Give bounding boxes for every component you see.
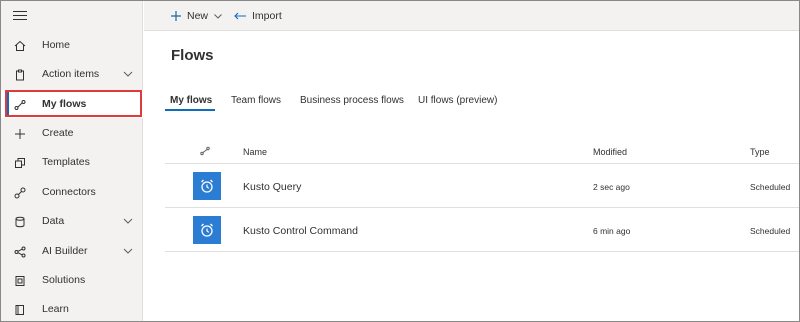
tab-label: UI flows (preview) <box>418 95 498 106</box>
sidebar-item-templates[interactable]: Templates <box>1 148 143 176</box>
plus-icon <box>170 10 182 22</box>
connector-icon <box>13 186 26 199</box>
database-icon <box>13 215 26 228</box>
ai-builder-icon <box>13 245 26 258</box>
page-title: Flows <box>171 47 214 64</box>
sidebar-item-label: Create <box>42 127 74 139</box>
flow-name-link[interactable]: Kusto Control Command <box>243 225 358 237</box>
import-icon <box>233 11 247 21</box>
sidebar-item-label: Connectors <box>42 186 96 198</box>
sidebar-item-label: Learn <box>42 303 69 315</box>
templates-icon <box>13 156 26 169</box>
active-tab-underline <box>165 109 215 111</box>
modified-time: 6 min ago <box>593 226 631 236</box>
sidebar-item-label: Home <box>42 39 71 51</box>
sidebar-item-solutions[interactable]: Solutions <box>1 266 143 294</box>
sidebar-item-home[interactable]: Home <box>1 31 143 59</box>
tab-label: My flows <box>170 95 213 106</box>
tab-my-flows[interactable]: My flows <box>170 93 212 117</box>
table-row[interactable]: Kusto Query 2 sec ago Scheduled <box>165 164 799 208</box>
highlight-box <box>5 90 142 117</box>
column-header-name[interactable]: Name <box>243 147 267 157</box>
hamburger-menu-icon[interactable] <box>13 11 27 21</box>
tab-label: Business process flows <box>300 95 404 106</box>
solutions-icon <box>13 274 26 287</box>
alarm-clock-icon <box>193 216 221 244</box>
sidebar-item-learn[interactable]: Learn <box>1 295 143 321</box>
tab-business-process-flows[interactable]: Business process flows <box>300 93 404 117</box>
sidebar-item-create[interactable]: Create <box>1 119 143 147</box>
sidebar-item-ai-builder[interactable]: AI Builder <box>1 237 143 265</box>
table-header: Name Modified Type <box>165 141 799 164</box>
chevron-down-icon <box>213 12 223 20</box>
flow-type: Scheduled <box>750 182 791 192</box>
new-button-label: New <box>187 10 209 22</box>
tab-team-flows[interactable]: Team flows <box>231 93 281 117</box>
chevron-down-icon[interactable] <box>122 216 134 226</box>
column-header-modified[interactable]: Modified <box>593 147 627 157</box>
sidebar-item-label: AI Builder <box>42 245 88 257</box>
table-row[interactable]: Kusto Control Command 6 min ago Schedule… <box>165 208 799 252</box>
new-button[interactable]: New <box>170 8 223 24</box>
sidebar: Home Action items My flows Create Templa… <box>1 1 143 321</box>
alarm-clock-icon <box>193 172 221 200</box>
sidebar-item-label: Action items <box>42 68 100 80</box>
flow-type: Scheduled <box>750 226 791 236</box>
sidebar-item-data[interactable]: Data <box>1 207 143 235</box>
home-icon <box>13 39 26 52</box>
book-icon <box>13 303 26 316</box>
chevron-down-icon[interactable] <box>122 69 134 79</box>
command-bar: New Import <box>144 1 799 31</box>
flow-type-column-icon <box>200 146 210 158</box>
flow-name-link[interactable]: Kusto Query <box>243 181 301 193</box>
sidebar-item-connectors[interactable]: Connectors <box>1 178 143 206</box>
chevron-down-icon[interactable] <box>122 246 134 256</box>
sidebar-item-action-items[interactable]: Action items <box>1 60 143 88</box>
import-button[interactable]: Import <box>233 8 282 24</box>
plus-icon <box>13 127 26 140</box>
clipboard-icon <box>13 68 26 81</box>
tab-label: Team flows <box>231 95 282 106</box>
column-header-type[interactable]: Type <box>750 147 770 157</box>
modified-time: 2 sec ago <box>593 182 630 192</box>
sidebar-item-label: Data <box>42 215 65 227</box>
sidebar-item-label: Solutions <box>42 274 86 286</box>
sidebar-item-label: Templates <box>42 156 90 168</box>
import-button-label: Import <box>252 10 282 22</box>
app-window: Home Action items My flows Create Templa… <box>0 0 800 322</box>
tab-ui-flows-preview[interactable]: UI flows (preview) <box>418 93 497 117</box>
